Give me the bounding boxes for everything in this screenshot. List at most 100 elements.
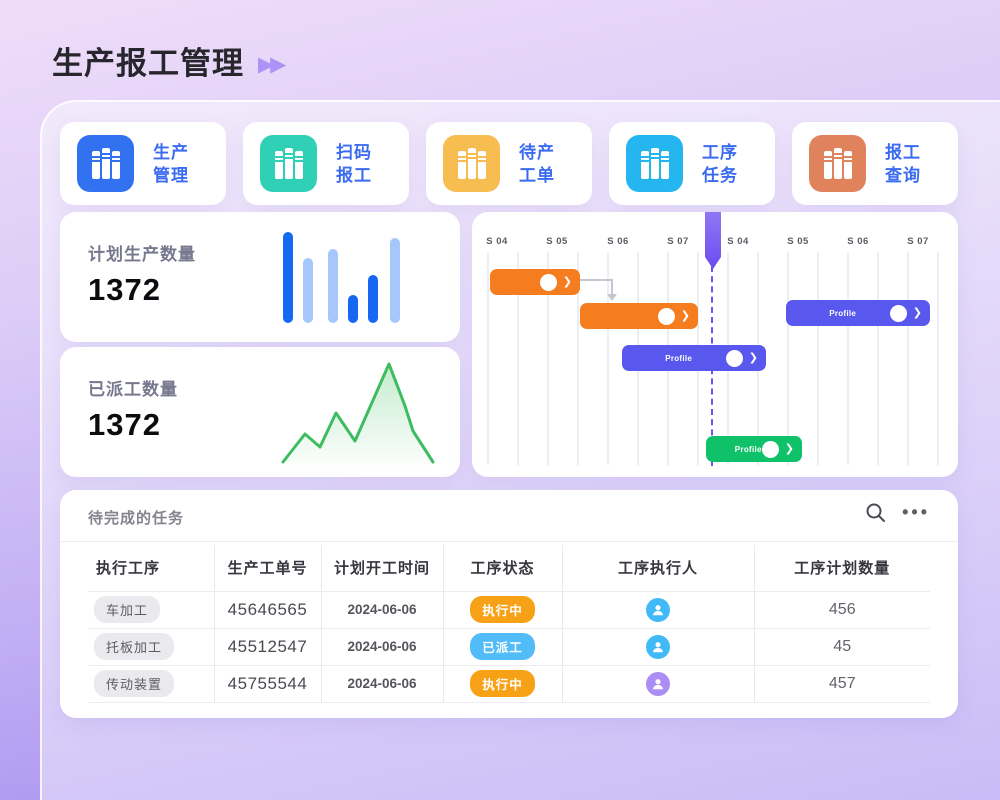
stat-card-dispatched-qty: 已派工数量 1372 bbox=[60, 347, 460, 477]
table-row[interactable]: 车加工 45646565 2024-06-06 执行中 456 bbox=[88, 591, 930, 628]
nav-label-line2: 查询 bbox=[885, 164, 921, 187]
books-icon bbox=[260, 135, 317, 192]
nav-button-1[interactable]: 生产 管理 bbox=[60, 122, 226, 205]
nav-label-line1: 工序 bbox=[702, 141, 738, 164]
gantt-axis-label: S 05 bbox=[546, 236, 568, 247]
page-title: 生产报工管理 ▶▶ bbox=[52, 38, 282, 83]
column-header: 计划开工时间 bbox=[321, 545, 443, 591]
gantt-chart: S 04S 05S 06S 07S 04S 05S 06S 07 ❯❯Profi… bbox=[472, 212, 958, 477]
column-header: 工序计划数量 bbox=[754, 545, 930, 591]
order-number: 45755544 bbox=[214, 665, 321, 702]
chevron-right-icon: ❯ bbox=[749, 353, 758, 364]
drag-handle-icon[interactable] bbox=[540, 274, 557, 291]
gridline bbox=[847, 252, 849, 465]
books-icon bbox=[626, 135, 683, 192]
pending-tasks-panel: 待完成的任务 ••• 执行工序生产工单号计划开工时间工序状态工序执行人工序计划数… bbox=[60, 490, 958, 718]
nav-label-line2: 管理 bbox=[153, 164, 189, 187]
books-icon bbox=[77, 135, 134, 192]
nav-button-5[interactable]: 报工 查询 bbox=[792, 122, 958, 205]
nav-button-3[interactable]: 待产 工单 bbox=[426, 122, 592, 205]
column-header: 工序执行人 bbox=[562, 545, 754, 591]
gantt-axis-label: S 06 bbox=[847, 236, 869, 247]
drag-handle-icon[interactable] bbox=[726, 350, 743, 367]
chevron-right-icon: ❯ bbox=[913, 308, 922, 319]
stat-label: 已派工数量 bbox=[88, 375, 178, 400]
gantt-bar-2[interactable]: ❯ bbox=[580, 303, 698, 329]
gantt-bar-5[interactable]: Profile ❯ bbox=[706, 436, 802, 462]
gantt-bar-4[interactable]: Profile ❯ bbox=[622, 345, 766, 371]
planned-quantity: 457 bbox=[754, 665, 930, 702]
nav-button-2[interactable]: 扫码 报工 bbox=[243, 122, 409, 205]
gantt-bar-1[interactable]: ❯ bbox=[490, 269, 580, 295]
gantt-axis-label: S 04 bbox=[486, 236, 508, 247]
column-header: 工序状态 bbox=[443, 545, 562, 591]
gantt-axis-label: S 07 bbox=[907, 236, 929, 247]
table-row[interactable]: 传动装置 45755544 2024-06-06 执行中 457 bbox=[88, 665, 930, 702]
gantt-axis-label: S 04 bbox=[727, 236, 749, 247]
status-badge: 已派工 bbox=[470, 633, 535, 660]
divider bbox=[60, 541, 958, 542]
gridline bbox=[877, 252, 879, 465]
executor-avatar bbox=[646, 672, 670, 696]
table-row[interactable]: 托板加工 45512547 2024-06-06 已派工 45 bbox=[88, 628, 930, 665]
gridline bbox=[907, 252, 909, 465]
nav-label-line1: 报工 bbox=[885, 141, 921, 164]
process-badge: 托板加工 bbox=[94, 633, 174, 660]
page-title-text: 生产报工管理 bbox=[52, 38, 244, 83]
status-badge: 执行中 bbox=[470, 596, 535, 623]
planned-quantity: 45 bbox=[754, 628, 930, 665]
process-badge: 传动装置 bbox=[94, 670, 174, 697]
nav-button-4[interactable]: 工序 任务 bbox=[609, 122, 775, 205]
nav-label-line1: 待产 bbox=[519, 141, 555, 164]
executor-avatar bbox=[646, 598, 670, 622]
planned-start-date: 2024-06-06 bbox=[321, 665, 443, 702]
stat-card-planned-qty: 计划生产数量 1372 bbox=[60, 212, 460, 342]
today-marker-icon[interactable] bbox=[705, 212, 721, 269]
stat-label: 计划生产数量 bbox=[88, 240, 196, 265]
gantt-bar-label: Profile bbox=[735, 445, 762, 454]
table-tools: ••• bbox=[865, 502, 930, 523]
chevron-right-icon: ❯ bbox=[785, 444, 794, 455]
mini-bar-chart bbox=[275, 228, 410, 326]
gridline bbox=[787, 252, 789, 465]
column-header: 生产工单号 bbox=[214, 545, 321, 591]
order-number: 45646565 bbox=[214, 591, 321, 628]
nav-label-line2: 工单 bbox=[519, 164, 555, 187]
gantt-bar-label: Profile bbox=[665, 354, 692, 363]
stat-value: 1372 bbox=[88, 272, 161, 308]
title-arrows-icon: ▶▶ bbox=[258, 43, 282, 79]
search-icon[interactable] bbox=[865, 502, 886, 523]
order-number: 45512547 bbox=[214, 628, 321, 665]
nav-label-line1: 扫码 bbox=[336, 141, 372, 164]
planned-start-date: 2024-06-06 bbox=[321, 591, 443, 628]
gridline bbox=[937, 252, 939, 465]
table-header-row: 执行工序生产工单号计划开工时间工序状态工序执行人工序计划数量 bbox=[88, 545, 930, 591]
drag-handle-icon[interactable] bbox=[762, 441, 779, 458]
more-options-icon[interactable]: ••• bbox=[902, 502, 930, 523]
pending-tasks-title: 待完成的任务 bbox=[88, 507, 184, 528]
books-icon bbox=[443, 135, 500, 192]
nav-label-line2: 报工 bbox=[336, 164, 372, 187]
gridline bbox=[487, 252, 489, 465]
nav-label-line2: 任务 bbox=[702, 164, 738, 187]
gridline bbox=[817, 252, 819, 465]
planned-quantity: 456 bbox=[754, 591, 930, 628]
executor-avatar bbox=[646, 635, 670, 659]
chevron-right-icon: ❯ bbox=[563, 277, 572, 288]
gantt-axis-label: S 05 bbox=[787, 236, 809, 247]
gantt-axis-label: S 07 bbox=[667, 236, 689, 247]
process-badge: 车加工 bbox=[94, 596, 160, 623]
stat-value: 1372 bbox=[88, 407, 161, 443]
planned-start-date: 2024-06-06 bbox=[321, 628, 443, 665]
gantt-axis-label: S 06 bbox=[607, 236, 629, 247]
drag-handle-icon[interactable] bbox=[890, 305, 907, 322]
nav-label-line1: 生产 bbox=[153, 141, 189, 164]
column-header: 执行工序 bbox=[88, 545, 214, 591]
pending-tasks-table: 执行工序生产工单号计划开工时间工序状态工序执行人工序计划数量 车加工 45646… bbox=[88, 545, 930, 703]
mini-line-chart bbox=[275, 353, 450, 471]
books-icon bbox=[809, 135, 866, 192]
drag-handle-icon[interactable] bbox=[658, 308, 675, 325]
gantt-bar-3[interactable]: Profile ❯ bbox=[786, 300, 930, 326]
status-badge: 执行中 bbox=[470, 670, 535, 697]
gantt-bar-label: Profile bbox=[829, 309, 856, 318]
